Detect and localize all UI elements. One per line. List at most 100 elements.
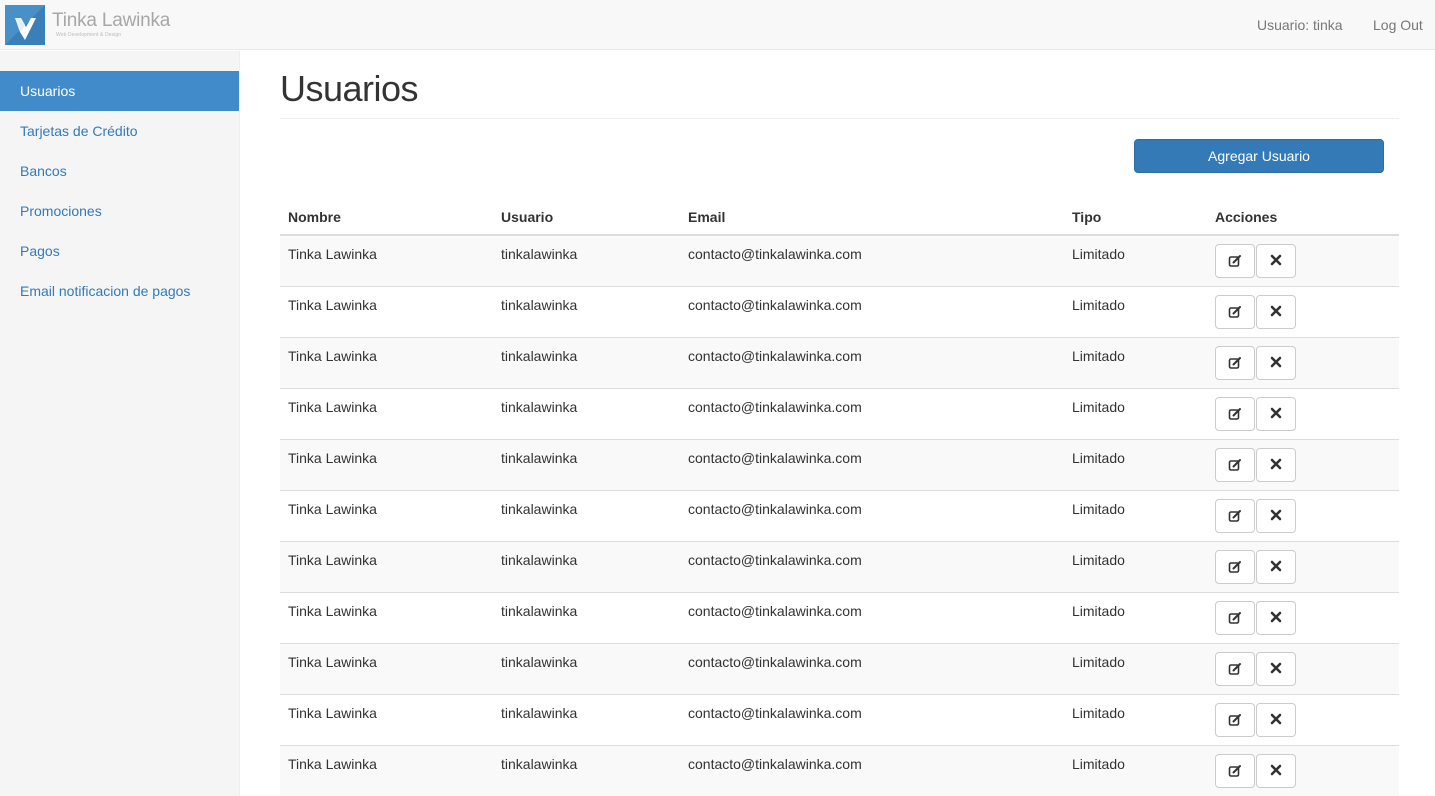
cell-tipo: Limitado xyxy=(1064,438,1207,490)
cell-usuario: tinkalawinka xyxy=(493,336,680,388)
cell-usuario: tinkalawinka xyxy=(493,693,680,745)
delete-button[interactable] xyxy=(1256,447,1296,482)
delete-button[interactable] xyxy=(1256,294,1296,329)
edit-button[interactable] xyxy=(1215,702,1255,737)
edit-button[interactable] xyxy=(1215,549,1255,584)
edit-icon xyxy=(1228,713,1242,730)
cell-acciones xyxy=(1207,234,1399,286)
delete-button[interactable] xyxy=(1256,651,1296,686)
delete-icon xyxy=(1270,508,1282,524)
table-row: Tinka Lawinka tinkalawinka contacto@tinkal… xyxy=(280,234,1399,286)
edit-button[interactable] xyxy=(1215,753,1255,788)
delete-button[interactable] xyxy=(1256,702,1296,737)
edit-icon xyxy=(1228,662,1242,679)
table-row: Tinka Lawinka tinkalawinka contacto@tinkal… xyxy=(280,489,1399,541)
edit-icon xyxy=(1228,764,1242,781)
cell-acciones xyxy=(1207,540,1399,592)
cell-email: contacto@tinkalawinka.com xyxy=(680,693,1064,745)
edit-button[interactable] xyxy=(1215,294,1255,329)
table-row: Tinka Lawinka tinkalawinka contacto@tinkal… xyxy=(280,438,1399,490)
cell-nombre: Tinka Lawinka xyxy=(280,387,493,439)
table-row: Tinka Lawinka tinkalawinka contacto@tinkal… xyxy=(280,693,1399,745)
cell-tipo: Limitado xyxy=(1064,744,1207,796)
cell-email: contacto@tinkalawinka.com xyxy=(680,387,1064,439)
cell-tipo: Limitado xyxy=(1064,693,1207,745)
cell-tipo: Limitado xyxy=(1064,387,1207,439)
sidebar-item-usuarios[interactable]: Usuarios xyxy=(0,71,239,111)
table-row: Tinka Lawinka tinkalawinka contacto@tinkal… xyxy=(280,642,1399,694)
column-header-nombre: Nombre xyxy=(280,199,493,236)
delete-button[interactable] xyxy=(1256,345,1296,380)
edit-button[interactable] xyxy=(1215,447,1255,482)
delete-button[interactable] xyxy=(1256,396,1296,431)
edit-icon xyxy=(1228,611,1242,628)
cell-nombre: Tinka Lawinka xyxy=(280,285,493,337)
cell-acciones xyxy=(1207,642,1399,694)
delete-icon xyxy=(1270,457,1282,473)
cell-usuario: tinkalawinka xyxy=(493,489,680,541)
delete-button[interactable] xyxy=(1256,549,1296,584)
cell-email: contacto@tinkalawinka.com xyxy=(680,234,1064,286)
delete-button[interactable] xyxy=(1256,498,1296,533)
edit-icon xyxy=(1228,407,1242,424)
cell-acciones xyxy=(1207,285,1399,337)
logo[interactable] xyxy=(5,5,45,45)
cell-tipo: Limitado xyxy=(1064,489,1207,541)
edit-button[interactable] xyxy=(1215,600,1255,635)
cell-tipo: Limitado xyxy=(1064,591,1207,643)
cell-email: contacto@tinkalawinka.com xyxy=(680,642,1064,694)
sidebar-item-tarjetas-de-credito[interactable]: Tarjetas de Crédito xyxy=(0,111,239,151)
sidebar-item-promociones[interactable]: Promociones xyxy=(0,191,239,231)
edit-button[interactable] xyxy=(1215,396,1255,431)
cell-email: contacto@tinkalawinka.com xyxy=(680,489,1064,541)
cell-usuario: tinkalawinka xyxy=(493,387,680,439)
main-content: Usuarios Agregar Usuario Nombre Usuario … xyxy=(280,51,1399,796)
cell-usuario: tinkalawinka xyxy=(493,285,680,337)
cell-nombre: Tinka Lawinka xyxy=(280,438,493,490)
add-user-button[interactable]: Agregar Usuario xyxy=(1134,139,1384,173)
table-row: Tinka Lawinka tinkalawinka contacto@tinkal… xyxy=(280,336,1399,388)
top-navbar: Tinka Lawinka Web Development & Design U… xyxy=(0,0,1435,50)
brand-title[interactable]: Tinka Lawinka xyxy=(52,10,170,32)
edit-button[interactable] xyxy=(1215,498,1255,533)
table-row: Tinka Lawinka tinkalawinka contacto@tinkal… xyxy=(280,591,1399,643)
sidebar-item-bancos[interactable]: Bancos xyxy=(0,151,239,191)
sidebar-item-email-notificacion-de-pagos[interactable]: Email notificacion de pagos xyxy=(0,271,239,311)
delete-button[interactable] xyxy=(1256,244,1296,278)
cell-usuario: tinkalawinka xyxy=(493,540,680,592)
delete-icon xyxy=(1270,406,1282,422)
edit-icon xyxy=(1228,560,1242,577)
cell-usuario: tinkalawinka xyxy=(493,744,680,796)
cell-email: contacto@tinkalawinka.com xyxy=(680,336,1064,388)
cell-nombre: Tinka Lawinka xyxy=(280,234,493,286)
sidebar-menu: Usuarios Tarjetas de Crédito Bancos Promoci… xyxy=(0,51,239,311)
edit-icon xyxy=(1228,255,1242,271)
column-header-tipo: Tipo xyxy=(1064,199,1207,236)
edit-button[interactable] xyxy=(1215,244,1255,278)
delete-button[interactable] xyxy=(1256,753,1296,788)
edit-button[interactable] xyxy=(1215,345,1255,380)
users-table: Nombre Usuario Email Tipo Acciones Tinka… xyxy=(280,199,1399,796)
sidebar-item-pagos[interactable]: Pagos xyxy=(0,231,239,271)
logo-mark-icon xyxy=(5,5,45,45)
page-header: Usuarios xyxy=(280,51,1399,119)
cell-nombre: Tinka Lawinka xyxy=(280,591,493,643)
table-row: Tinka Lawinka tinkalawinka contacto@tinkal… xyxy=(280,285,1399,337)
edit-icon xyxy=(1228,305,1242,322)
logout-link[interactable]: Log Out xyxy=(1373,17,1423,33)
column-header-acciones: Acciones xyxy=(1207,199,1399,236)
delete-button[interactable] xyxy=(1256,600,1296,635)
cell-usuario: tinkalawinka xyxy=(493,591,680,643)
cell-acciones xyxy=(1207,591,1399,643)
delete-icon xyxy=(1270,304,1282,320)
cell-email: contacto@tinkalawinka.com xyxy=(680,285,1064,337)
table-row: Tinka Lawinka tinkalawinka contacto@tinkal… xyxy=(280,540,1399,592)
cell-acciones xyxy=(1207,744,1399,796)
edit-button[interactable] xyxy=(1215,651,1255,686)
table-row: Tinka Lawinka tinkalawinka contacto@tinkal… xyxy=(280,744,1399,796)
sidebar: Usuarios Tarjetas de Crédito Bancos Promoci… xyxy=(0,51,240,796)
edit-icon xyxy=(1228,458,1242,475)
cell-email: contacto@tinkalawinka.com xyxy=(680,540,1064,592)
cell-email: contacto@tinkalawinka.com xyxy=(680,744,1064,796)
cell-tipo: Limitado xyxy=(1064,234,1207,286)
